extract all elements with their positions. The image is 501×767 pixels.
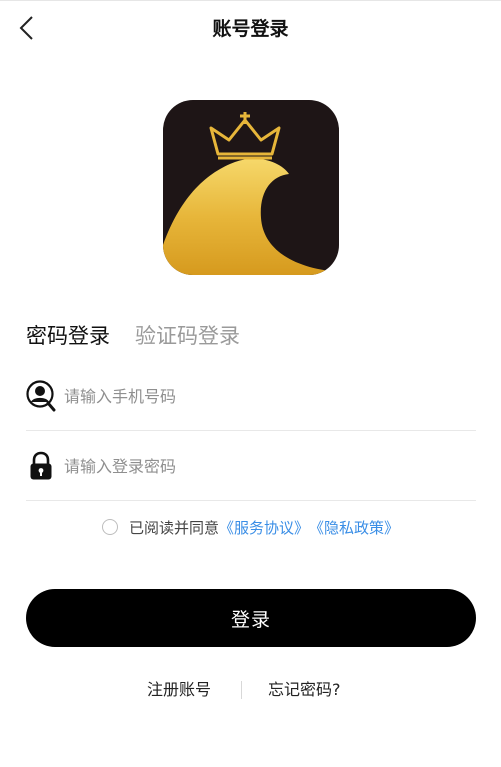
agreement-text: 已阅读并同意 — [128, 518, 219, 537]
forgot-password-link[interactable]: 忘记密码? — [268, 676, 341, 704]
field-divider — [26, 500, 476, 501]
phone-input[interactable] — [64, 379, 464, 413]
password-input[interactable] — [64, 449, 464, 483]
register-link[interactable]: 注册账号 — [147, 676, 211, 704]
phone-field — [26, 371, 476, 421]
header-bar: 账号登录 — [0, 1, 501, 57]
bottom-links: 注册账号 忘记密码? — [0, 676, 501, 704]
tab-password-login[interactable]: 密码登录 — [26, 318, 110, 354]
app-logo — [163, 100, 339, 275]
password-field — [26, 441, 476, 491]
login-button[interactable]: 登录 — [26, 589, 476, 647]
link-separator — [241, 681, 242, 699]
agreement-checkbox[interactable] — [101, 519, 118, 535]
tab-code-login[interactable]: 验证码登录 — [135, 318, 240, 354]
user-search-icon — [26, 380, 56, 412]
service-agreement-link[interactable]: 《服务协议》 — [219, 517, 309, 538]
page-title: 账号登录 — [212, 18, 289, 40]
crown-wave-logo-icon — [163, 100, 339, 275]
privacy-policy-link[interactable]: 《隐私政策》 — [309, 517, 399, 538]
field-divider — [26, 430, 476, 431]
login-tabs: 密码登录 验证码登录 — [26, 318, 240, 354]
agreement-row: 已阅读并同意 《服务协议》 《隐私政策》 — [0, 514, 501, 540]
lock-icon — [26, 450, 56, 482]
